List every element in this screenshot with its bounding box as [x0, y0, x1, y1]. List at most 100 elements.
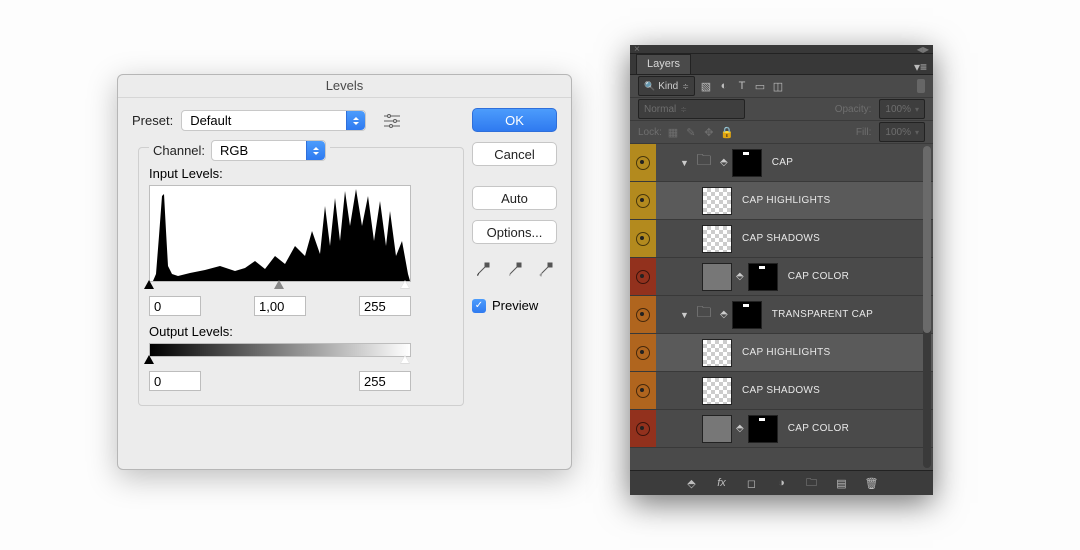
- link-icon: ⬘: [720, 157, 728, 168]
- input-white-slider[interactable]: [400, 280, 410, 289]
- output-white-slider[interactable]: [400, 355, 410, 364]
- layer-name[interactable]: CAP HIGHLIGHTS: [742, 195, 830, 206]
- levels-dialog: Levels Preset: Default OK Cancel Auto Op…: [117, 74, 572, 470]
- lock-move-icon[interactable]: ✥: [702, 125, 716, 139]
- group-mask-thumb[interactable]: [732, 301, 762, 329]
- tab-layers[interactable]: Layers: [636, 54, 691, 74]
- visibility-toggle[interactable]: [630, 220, 656, 257]
- layer-row[interactable]: CAP SHADOWS: [630, 220, 933, 258]
- layer-row[interactable]: ⬘ CAP COLOR: [630, 258, 933, 296]
- output-levels-label: Output Levels:: [149, 324, 453, 339]
- lock-all-icon[interactable]: 🔒: [720, 125, 734, 139]
- levels-content: Channel: RGB Input Levels: 0 1,00: [138, 147, 464, 406]
- filter-pixel-icon[interactable]: ▧: [699, 79, 713, 93]
- visibility-toggle[interactable]: [630, 258, 656, 295]
- layer-mask-thumb[interactable]: [748, 263, 778, 291]
- layer-mask-thumb[interactable]: [748, 415, 778, 443]
- twisty-icon[interactable]: ▼: [680, 158, 690, 168]
- fill-label: Fill:: [856, 127, 872, 138]
- options-button[interactable]: Options...: [472, 220, 557, 244]
- delete-layer-icon[interactable]: 🗑: [865, 476, 879, 490]
- layer-name[interactable]: CAP COLOR: [788, 423, 849, 434]
- layer-thumb[interactable]: [702, 377, 732, 405]
- auto-button[interactable]: Auto: [472, 186, 557, 210]
- add-mask-icon[interactable]: ◻: [745, 476, 759, 490]
- filter-shape-icon[interactable]: ▭: [753, 79, 767, 93]
- opacity-label: Opacity:: [835, 104, 872, 115]
- layer-thumb[interactable]: [702, 187, 732, 215]
- fill-field[interactable]: 100%▾: [879, 122, 925, 142]
- filter-kind-select[interactable]: 🔍 Kind ≑: [638, 76, 695, 96]
- new-layer-icon[interactable]: ▤: [835, 476, 849, 490]
- preset-select[interactable]: Default: [181, 110, 366, 131]
- adjust-thumb[interactable]: [702, 263, 732, 291]
- layer-name[interactable]: CAP SHADOWS: [742, 233, 820, 244]
- visibility-toggle[interactable]: [630, 372, 656, 409]
- lock-paint-icon[interactable]: ✎: [684, 125, 698, 139]
- filter-toggle[interactable]: [917, 79, 925, 93]
- layer-name[interactable]: CAP SHADOWS: [742, 385, 820, 396]
- new-group-icon[interactable]: 🗀: [805, 476, 819, 490]
- layer-name[interactable]: CAP HIGHLIGHTS: [742, 347, 830, 358]
- output-black-field[interactable]: 0: [149, 371, 201, 391]
- input-white-field[interactable]: 255: [359, 296, 411, 316]
- input-black-slider[interactable]: [144, 280, 154, 289]
- panel-menu-icon[interactable]: ▾≡: [914, 60, 927, 74]
- preset-value: Default: [190, 113, 231, 128]
- link-icon: ⬘: [736, 271, 744, 282]
- ok-button[interactable]: OK: [472, 108, 557, 132]
- eye-icon: [636, 346, 650, 360]
- layer-row[interactable]: CAP HIGHLIGHTS: [630, 182, 933, 220]
- filter-smart-icon[interactable]: ◫: [771, 79, 785, 93]
- twisty-icon[interactable]: ▼: [680, 310, 690, 320]
- visibility-toggle[interactable]: [630, 182, 656, 219]
- layer-name[interactable]: TRANSPARENT CAP: [772, 309, 873, 320]
- visibility-toggle[interactable]: [630, 144, 656, 181]
- input-gamma-slider[interactable]: [274, 280, 284, 289]
- visibility-toggle[interactable]: [630, 296, 656, 333]
- output-sliders[interactable]: [149, 357, 409, 367]
- input-black-field[interactable]: 0: [149, 296, 201, 316]
- output-black-slider[interactable]: [144, 355, 154, 364]
- layer-thumb[interactable]: [702, 225, 732, 253]
- layer-name[interactable]: CAP: [772, 157, 793, 168]
- group-mask-thumb[interactable]: [732, 149, 762, 177]
- layer-row[interactable]: ⬘CAP COLOR: [630, 410, 933, 448]
- dialog-title: Levels: [118, 75, 571, 98]
- filter-adjust-icon[interactable]: ◐: [717, 79, 731, 93]
- preview-checkbox[interactable]: ✓: [472, 299, 486, 313]
- preset-options-icon[interactable]: [382, 112, 402, 130]
- folder-icon: 🗀: [692, 306, 716, 324]
- preset-label: Preset:: [132, 113, 173, 128]
- lock-pixels-icon[interactable]: ▦: [666, 125, 680, 139]
- panel-grip[interactable]: × ◀▶: [630, 45, 933, 54]
- visibility-toggle[interactable]: [630, 410, 656, 447]
- input-gamma-field[interactable]: 1,00: [254, 296, 306, 316]
- input-sliders[interactable]: [149, 282, 409, 292]
- layer-row[interactable]: CAP HIGHLIGHTS: [630, 334, 933, 372]
- visibility-toggle[interactable]: [630, 334, 656, 371]
- eyedropper-white-icon[interactable]: [535, 258, 557, 280]
- link-icon: ⬘: [720, 309, 728, 320]
- layers-panel: × ◀▶ Layers ▾≡ 🔍 Kind ≑ ▧ ◐ T ▭ ◫ Normal…: [630, 45, 933, 495]
- adjust-thumb[interactable]: [702, 415, 732, 443]
- new-adjust-icon[interactable]: ◑: [775, 476, 789, 490]
- output-white-field[interactable]: 255: [359, 371, 411, 391]
- link-layers-icon[interactable]: ⬘: [685, 476, 699, 490]
- eyedropper-gray-icon[interactable]: [504, 258, 526, 280]
- layer-row[interactable]: CAP SHADOWS: [630, 372, 933, 410]
- layer-name[interactable]: CAP COLOR: [788, 271, 849, 282]
- eyedropper-black-icon[interactable]: [472, 258, 494, 280]
- layer-row[interactable]: ▼🗀 ⬘ TRANSPARENT CAP: [630, 296, 933, 334]
- layer-thumb[interactable]: [702, 339, 732, 367]
- layer-fx-icon[interactable]: fx: [715, 476, 729, 490]
- eye-icon: [636, 194, 650, 208]
- blend-mode-select[interactable]: Normal≑: [638, 99, 745, 119]
- channel-select[interactable]: RGB: [211, 140, 326, 161]
- opacity-field[interactable]: 100%▾: [879, 99, 925, 119]
- layer-row[interactable]: ▼🗀⬘CAP: [630, 144, 933, 182]
- layers-scrollbar[interactable]: [923, 146, 931, 468]
- filter-type-icon[interactable]: T: [735, 79, 749, 93]
- cancel-button[interactable]: Cancel: [472, 142, 557, 166]
- input-levels-label: Input Levels:: [149, 166, 453, 181]
